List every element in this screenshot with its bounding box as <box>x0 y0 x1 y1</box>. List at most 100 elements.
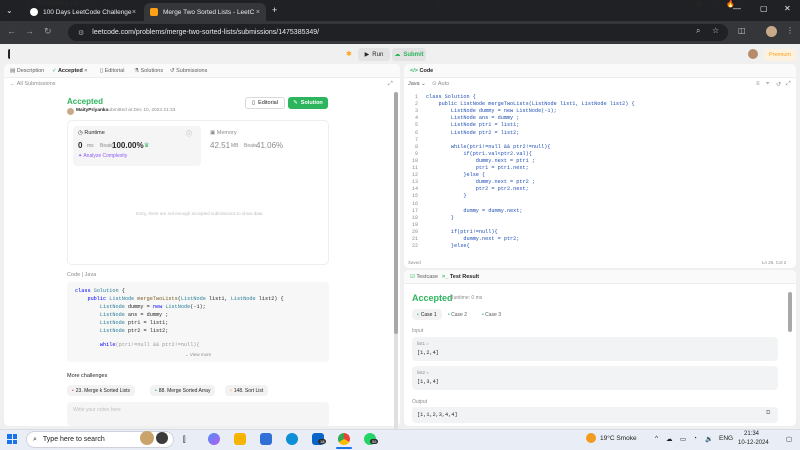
search-highlight-icon[interactable] <box>140 431 154 445</box>
file-explorer-icon[interactable] <box>234 433 246 445</box>
chip-icon: ▣ <box>210 130 216 136</box>
windows-start-icon[interactable] <box>7 434 17 444</box>
editor-code-area[interactable]: 1 class Solution {2 public ListNode merge… <box>404 94 796 252</box>
zoom-icon[interactable]: ⌕ <box>696 26 700 36</box>
fullscreen-icon[interactable]: ⤢ <box>388 81 393 88</box>
case-3-tab[interactable]: • Case 3 <box>482 312 501 318</box>
expand-icon[interactable]: ⤢ <box>786 81 791 88</box>
profile-avatar[interactable] <box>766 26 777 37</box>
notifications-icon[interactable]: ▢ <box>786 435 792 443</box>
battery-icon[interactable]: ▭ <box>680 435 686 443</box>
sparkle-icon: ✦ <box>78 153 83 159</box>
tab-search-icon[interactable]: ⌄ <box>6 6 13 15</box>
analyze-complexity-link[interactable]: ✦ Analyze Complexity <box>78 153 127 159</box>
address-bar[interactable]: ⚙ leetcode.com/problems/merge-two-sorted… <box>68 24 728 41</box>
store-icon[interactable] <box>260 433 272 445</box>
premium-button[interactable]: Premium <box>764 49 796 61</box>
tab-testcase[interactable]: ☑ Testcase <box>410 274 438 280</box>
next-problem-icon[interactable]: › <box>92 0 94 7</box>
reload-icon[interactable]: ↻ <box>44 26 52 37</box>
language-select[interactable]: Java ⌄ <box>408 81 426 87</box>
all-submissions-link[interactable]: ← All Submissions <box>10 81 56 87</box>
wifi-icon[interactable]: ◔ <box>693 435 697 442</box>
volume-icon[interactable]: 🔉 <box>705 435 713 443</box>
line-number: 13 <box>411 179 418 186</box>
tab-description[interactable]: ▤ Description <box>10 68 44 74</box>
play-icon: ▶ <box>364 52 370 58</box>
clock-date[interactable]: 10-12-2024 <box>738 440 769 446</box>
case-2-tab[interactable]: • Case 2 <box>448 312 467 318</box>
weather-text[interactable]: 19°C Smoke <box>600 435 637 442</box>
case-1-tab[interactable]: • Case 1 <box>412 309 442 320</box>
challenge-chip-merge-k[interactable]: • 23. Merge k Sorted Lists <box>67 385 135 396</box>
settings-gear-icon[interactable]: ⚙ <box>712 0 718 8</box>
editor-code-line: dummy = dummy.next; <box>426 207 523 214</box>
tab-test-result[interactable]: >_ Test Result <box>442 274 479 280</box>
tab-solutions[interactable]: ⚗ Solutions <box>134 68 163 74</box>
weather-icon[interactable] <box>586 433 596 443</box>
author-name[interactable]: MaityPriyanka <box>76 108 108 113</box>
copy-icon[interactable]: ⧉ <box>766 410 770 417</box>
view-more-link[interactable]: ⌄ View more <box>67 352 329 358</box>
bookmark-star-icon[interactable]: ☆ <box>712 26 719 35</box>
info-icon[interactable]: ⓘ <box>186 129 192 138</box>
chrome-icon[interactable] <box>338 433 350 445</box>
beats-label: Beats <box>244 143 257 149</box>
streak-fire-icon[interactable]: 🔥 <box>726 0 735 8</box>
tab-editorial[interactable]: ▯ Editorial <box>100 68 124 74</box>
notes-input[interactable]: Write your notes here <box>67 402 329 426</box>
back-icon[interactable]: ← <box>7 26 16 36</box>
window-close-button[interactable]: ✕ <box>784 4 791 13</box>
submit-button[interactable]: ☁ Submit <box>392 48 426 61</box>
list1-label: list1 = <box>417 341 429 346</box>
tab-accepted[interactable]: ✓ Accepted × <box>52 68 87 74</box>
tab-close-icon[interactable]: × <box>132 9 136 16</box>
maximize-button[interactable]: ▢ <box>760 4 768 13</box>
editorial-button[interactable]: ▯ Editorial <box>245 97 285 109</box>
tab-submissions[interactable]: ↺ Submissions <box>170 68 207 74</box>
onedrive-icon[interactable]: ☁ <box>666 435 673 443</box>
tab-close-icon[interactable]: × <box>256 9 260 16</box>
line-number: 10 <box>411 157 418 164</box>
code-tab[interactable]: </> Code <box>410 68 433 74</box>
reset-icon[interactable]: ↺ <box>776 81 781 88</box>
input-language[interactable]: ENG <box>719 435 733 442</box>
prev-problem-icon[interactable]: ‹ <box>82 0 84 7</box>
debug-icon[interactable]: ✱ <box>346 50 352 58</box>
problem-list-icon[interactable]: ☰ <box>24 0 30 8</box>
editor-code-line: ListNode dummy = new ListNode(-1); <box>426 108 557 115</box>
site-info-icon[interactable]: ⚙ <box>78 29 84 37</box>
user-avatar[interactable] <box>748 49 758 59</box>
browser-tab-merge-lists[interactable]: Merge Two Sorted Lists - LeetC × <box>144 3 266 21</box>
code-line: while(ptr1!=null && ptr2!=null){ <box>99 342 200 348</box>
task-view-icon[interactable]: ⫿ <box>183 435 186 445</box>
format-icon[interactable]: ≡ <box>756 81 760 87</box>
memory-label[interactable]: ▣ Memory <box>210 130 237 136</box>
challenge-chip-merge-array[interactable]: • 88. Merge Sorted Array <box>150 385 216 396</box>
edge-icon[interactable] <box>286 433 298 445</box>
leetcode-logo-icon[interactable] <box>8 49 16 59</box>
hard-dot-icon: • <box>72 387 74 394</box>
result-scrollbar-thumb[interactable] <box>788 292 792 332</box>
shuffle-icon[interactable]: ⇄ <box>104 0 110 8</box>
extensions-icon[interactable]: ◫ <box>738 26 746 35</box>
bookmark-icon[interactable]: ⌖ <box>766 81 769 88</box>
left-scrollbar-thumb[interactable] <box>394 92 398 334</box>
search-highlight-icon-2[interactable] <box>156 432 168 444</box>
chrome-menu-icon[interactable]: ⋮ <box>786 26 794 35</box>
forward-icon[interactable]: → <box>25 26 34 36</box>
clock-time[interactable]: 21:34 <box>744 431 759 437</box>
line-number: 11 <box>411 165 418 171</box>
solution-button[interactable]: ✎ Solution <box>288 97 328 109</box>
tray-chevron-icon[interactable]: ^ <box>655 435 658 442</box>
layout-icon[interactable]: ▦ <box>696 0 703 8</box>
problem-list-link[interactable]: Problem List <box>36 0 78 7</box>
auto-mode-toggle[interactable]: ⊙ Auto <box>432 81 449 87</box>
new-tab-button[interactable]: + <box>272 5 277 15</box>
tab-close-icon[interactable]: × <box>84 68 87 74</box>
notes-icon[interactable]: ▤ <box>434 0 441 8</box>
run-button[interactable]: ▶ Run <box>358 48 390 61</box>
trophy-icon: ♛ <box>144 143 150 149</box>
copilot-icon[interactable] <box>208 433 220 445</box>
challenge-chip-sort-list[interactable]: • 148. Sort List <box>225 385 269 396</box>
